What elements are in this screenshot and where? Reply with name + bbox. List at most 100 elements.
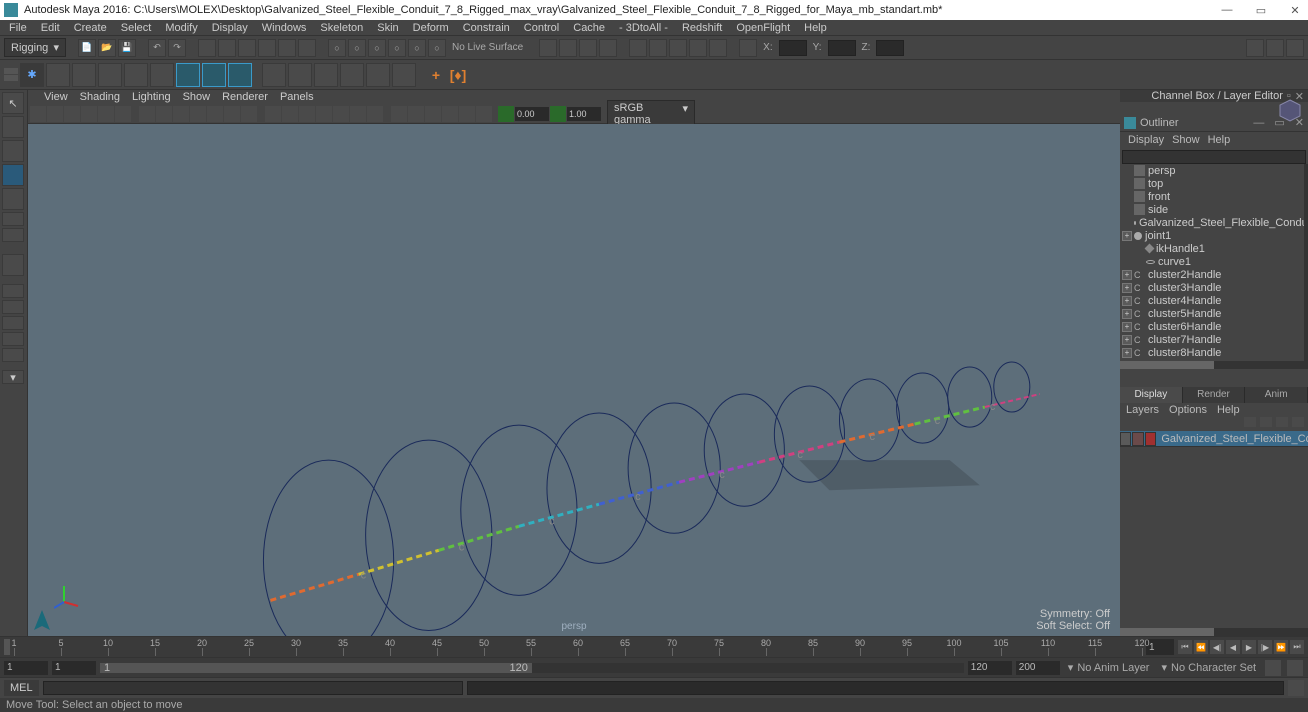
rotate-tool-icon[interactable]	[2, 188, 24, 210]
outliner-item[interactable]: +joint1	[1120, 229, 1308, 242]
move-tool-icon[interactable]	[2, 164, 24, 186]
z-input[interactable]	[876, 40, 904, 56]
outliner-item[interactable]: persp	[1120, 164, 1308, 177]
menu-deform[interactable]: Deform	[406, 21, 456, 35]
menu-constrain[interactable]: Constrain	[456, 21, 517, 35]
outliner-item[interactable]: top	[1120, 177, 1308, 190]
step-forward-icon[interactable]: |▶	[1258, 640, 1272, 654]
ao-icon[interactable]	[425, 106, 441, 122]
layer-new-selected-icon[interactable]	[1292, 417, 1304, 427]
shelf-snap-surface-icon[interactable]	[98, 63, 122, 87]
time-slider-handle-icon[interactable]	[4, 639, 10, 655]
outliner-item[interactable]: front	[1120, 190, 1308, 203]
menu-cache[interactable]: Cache	[566, 21, 612, 35]
menu-display[interactable]: Display	[205, 21, 255, 35]
outliner-menu-display[interactable]: Display	[1128, 134, 1164, 146]
gamma-value[interactable]: 1.00	[567, 107, 601, 121]
layout-custom-icon[interactable]	[2, 348, 24, 362]
range-start-inner[interactable]: 1	[52, 661, 96, 675]
use-lights-icon[interactable]	[299, 106, 315, 122]
film-gate-icon[interactable]	[156, 106, 172, 122]
viewport-3d[interactable]: c c c c c c c c c persp Symmetry:	[28, 124, 1120, 636]
layer-down-icon[interactable]	[1260, 417, 1272, 427]
anim-layer-dropdown[interactable]: ▾No Anim Layer	[1064, 660, 1154, 675]
layer-tab-anim[interactable]: Anim	[1245, 387, 1308, 403]
new-scene-icon[interactable]: 📄	[78, 39, 96, 57]
range-start-outer[interactable]: 1	[4, 661, 48, 675]
menu-select[interactable]: Select	[114, 21, 159, 35]
outliner-item[interactable]: side	[1120, 203, 1308, 216]
range-end-inner[interactable]: 120	[968, 661, 1012, 675]
select-component-icon[interactable]	[238, 39, 256, 57]
paint-select-tool-icon[interactable]	[2, 140, 24, 162]
layer-row[interactable]: Galvanized_Steel_Flexible_Conduit_7	[1120, 431, 1308, 447]
shelf-transform-1-icon[interactable]	[150, 63, 174, 87]
character-set-dropdown[interactable]: ▾No Character Set	[1157, 660, 1260, 675]
shelf-plus-icon[interactable]: +	[426, 63, 446, 87]
xray-joints-icon[interactable]	[367, 106, 383, 122]
shelf-shaded-icon[interactable]	[202, 63, 226, 87]
layer-tab-display[interactable]: Display	[1120, 387, 1183, 403]
play-forward-icon[interactable]: ▶	[1242, 640, 1256, 654]
step-back-icon[interactable]: ◀|	[1210, 640, 1224, 654]
panel-menu-shading[interactable]: Shading	[80, 91, 120, 103]
layer-new-empty-icon[interactable]	[1276, 417, 1288, 427]
layout-single-icon[interactable]	[2, 254, 24, 276]
render-current-icon[interactable]	[559, 39, 577, 57]
outliner-item[interactable]: ikHandle1	[1120, 242, 1308, 255]
lock-camera-icon[interactable]	[47, 106, 63, 122]
shelf-wireframe-icon[interactable]	[176, 63, 200, 87]
panel-layout-3-icon[interactable]	[669, 39, 687, 57]
snap-live-icon[interactable]: ○	[408, 39, 426, 57]
outliner-item[interactable]: Galvanized_Steel_Flexible_Conduit	[1120, 216, 1308, 229]
panel-menu-view[interactable]: View	[44, 91, 68, 103]
shelf-textured-icon[interactable]	[228, 63, 252, 87]
outliner-scrollbar[interactable]	[1304, 164, 1308, 361]
outliner-menu-help[interactable]: Help	[1208, 134, 1231, 146]
channel-box-tab[interactable]: Channel Box / Layer Editor	[1151, 90, 1282, 102]
camera-bookmark-icon[interactable]	[64, 106, 80, 122]
construction-history-icon[interactable]	[539, 39, 557, 57]
panel-menu-panels[interactable]: Panels	[280, 91, 314, 103]
exposure-icon[interactable]	[498, 106, 514, 122]
shelf-curve-4-icon[interactable]	[340, 63, 364, 87]
minimize-button[interactable]: —	[1218, 4, 1236, 17]
open-scene-icon[interactable]: 📂	[98, 39, 116, 57]
image-plane-icon[interactable]	[81, 106, 97, 122]
layer-h-scrollbar[interactable]	[1120, 628, 1308, 636]
panel-layout-5-icon[interactable]	[709, 39, 727, 57]
multisample-icon[interactable]	[459, 106, 475, 122]
smooth-shade-icon[interactable]	[282, 106, 298, 122]
outliner-tree[interactable]: persptopfrontsideGalvanized_Steel_Flexib…	[1120, 164, 1308, 361]
cmd-input[interactable]	[43, 681, 463, 695]
panel-layout-4-icon[interactable]	[689, 39, 707, 57]
layer-menu-options[interactable]: Options	[1169, 404, 1207, 416]
script-editor-icon[interactable]	[1288, 680, 1304, 696]
motion-trail-icon[interactable]	[391, 106, 407, 122]
panel-menu-renderer[interactable]: Renderer	[222, 91, 268, 103]
outliner-item[interactable]: curve1	[1120, 255, 1308, 268]
shelf-curve-6-icon[interactable]	[392, 63, 416, 87]
outliner-menu-show[interactable]: Show	[1172, 134, 1200, 146]
menu-help[interactable]: Help	[797, 21, 834, 35]
layer-tab-render[interactable]: Render	[1183, 387, 1246, 403]
step-forward-key-icon[interactable]: ⏩	[1274, 640, 1288, 654]
cmd-language-label[interactable]: MEL	[4, 680, 39, 696]
menu-openflight[interactable]: OpenFlight	[729, 21, 797, 35]
select-hierarchy-icon[interactable]	[198, 39, 216, 57]
field-chart-icon[interactable]	[207, 106, 223, 122]
layout-two-v-icon[interactable]	[2, 316, 24, 330]
shadows-icon[interactable]	[316, 106, 332, 122]
shelf-curve-5-icon[interactable]	[366, 63, 390, 87]
layout-four-icon[interactable]	[2, 284, 24, 298]
snap-curve-icon[interactable]: ○	[348, 39, 366, 57]
menu-skeleton[interactable]: Skeleton	[313, 21, 370, 35]
menu-redshift[interactable]: Redshift	[675, 21, 729, 35]
anim-prefs-icon[interactable]	[1286, 659, 1304, 677]
attribute-editor-toggle-icon[interactable]	[1246, 39, 1264, 57]
isolate-icon[interactable]	[333, 106, 349, 122]
layout-three-icon[interactable]	[2, 332, 24, 346]
safe-title-icon[interactable]	[241, 106, 257, 122]
shelf-snap-all-icon[interactable]: ✱	[20, 63, 44, 87]
layout-chevron-icon[interactable]: ▾	[2, 370, 24, 384]
